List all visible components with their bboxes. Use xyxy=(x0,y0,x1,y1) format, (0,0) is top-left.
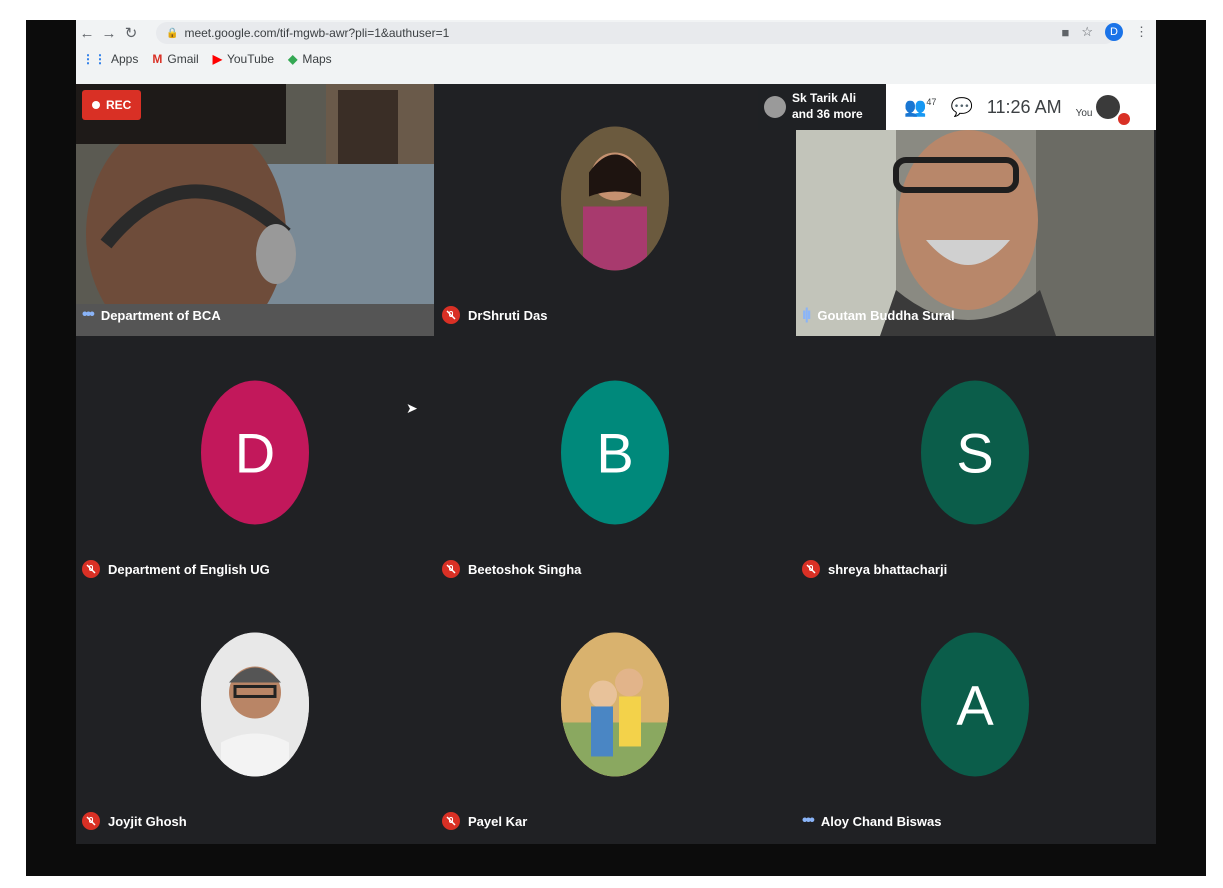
presenter-avatar xyxy=(764,96,786,118)
participant-photo xyxy=(561,126,669,271)
audio-activity-icon: ••• xyxy=(82,306,95,323)
meet-grid: REC ••• Department of BCA DrShruti Das ı… xyxy=(76,84,1156,844)
mic-off-icon xyxy=(442,812,460,830)
forward-icon[interactable]: → xyxy=(98,25,120,42)
maps-icon: ◆ xyxy=(288,52,298,66)
menu-icon[interactable]: ⋮ xyxy=(1135,24,1148,40)
star-icon[interactable]: ☆ xyxy=(1081,24,1093,40)
browser-chrome: ← → ↻ 🔒 meet.google.com/tif-mgwb-awr?pli… xyxy=(76,20,1156,84)
participant-name-tag: Payel Kar xyxy=(442,812,527,830)
participant-initial-avatar: A xyxy=(921,632,1029,777)
participant-tile[interactable]: REC ••• Department of BCA xyxy=(76,84,434,336)
audio-activity-icon: ••• xyxy=(802,812,815,829)
participant-tile[interactable]: B Beetoshok Singha xyxy=(436,338,794,590)
participant-initial-avatar: S xyxy=(921,380,1029,525)
video-feed xyxy=(76,84,434,336)
participant-tile[interactable]: DrShruti Das xyxy=(436,84,794,336)
profile-avatar[interactable]: D xyxy=(1105,23,1123,41)
back-icon[interactable]: ← xyxy=(76,25,98,42)
gmail-icon: M xyxy=(152,52,163,66)
meet-top-bar: 👥 47 💬 11:26 AM You xyxy=(886,84,1156,130)
address-bar[interactable]: 🔒 meet.google.com/tif-mgwb-awr?pli=1&aut… xyxy=(156,22,1116,44)
bookmark-maps[interactable]: ◆ Maps xyxy=(288,52,332,66)
youtube-icon: ▶ xyxy=(212,52,222,66)
self-mic-off-icon xyxy=(1118,113,1131,125)
participant-initial-avatar: B xyxy=(561,380,669,525)
participant-name-tag: DrShruti Das xyxy=(442,306,547,324)
presenter-info[interactable]: Sk Tarik Ali and 36 more xyxy=(758,84,884,130)
mic-off-icon xyxy=(442,306,460,324)
audio-activity-icon: ı|ı xyxy=(802,306,811,323)
people-button[interactable]: 👥 47 xyxy=(904,97,936,118)
browser-actions: ■ ☆ D ⋮ xyxy=(1061,23,1148,41)
mic-off-icon xyxy=(82,560,100,578)
participant-name-tag: shreya bhattacharji xyxy=(802,560,947,578)
participant-name-tag: ••• Aloy Chand Biswas xyxy=(802,812,942,829)
url-text: meet.google.com/tif-mgwb-awr?pli=1&authu… xyxy=(184,26,450,40)
bookmarks-bar: ⋮⋮ Apps M Gmail ▶ YouTube ◆ Maps xyxy=(82,52,332,66)
bookmark-youtube[interactable]: ▶ YouTube xyxy=(213,52,274,66)
recording-badge: REC xyxy=(82,90,142,120)
meeting-clock: 11:26 AM xyxy=(986,96,1062,117)
participant-name-tag: ı|ı Goutam Buddha Sural xyxy=(802,306,955,323)
apps-grid-icon: ⋮⋮ xyxy=(82,52,106,66)
record-dot-icon xyxy=(92,101,100,109)
mic-off-icon xyxy=(802,560,820,578)
bookmark-apps[interactable]: ⋮⋮ Apps xyxy=(82,52,138,66)
mic-off-icon xyxy=(82,812,100,830)
participant-photo xyxy=(201,632,309,777)
people-icon: 👥 xyxy=(904,96,927,117)
lock-icon: 🔒 xyxy=(166,27,179,39)
participant-photo xyxy=(561,632,669,777)
chat-icon[interactable]: 💬 xyxy=(950,97,972,118)
camera-icon[interactable]: ■ xyxy=(1061,25,1069,40)
participant-name-tag: Joyjit Ghosh xyxy=(82,812,187,830)
participant-tile[interactable]: A ••• Aloy Chand Biswas xyxy=(796,590,1154,842)
self-view[interactable]: You xyxy=(1076,95,1131,125)
participant-name-tag: ••• Department of BCA xyxy=(82,306,221,323)
mouse-cursor-icon: ➤ xyxy=(406,400,418,416)
participant-tile[interactable]: D Department of English UG xyxy=(76,338,434,590)
participant-tile[interactable]: Joyjit Ghosh xyxy=(76,590,434,842)
address-row: ← → ↻ 🔒 meet.google.com/tif-mgwb-awr?pli… xyxy=(76,20,1156,46)
reload-icon[interactable]: ↻ xyxy=(120,24,142,42)
participant-name-tag: Department of English UG xyxy=(82,560,270,578)
self-avatar xyxy=(1096,95,1131,125)
bookmark-gmail[interactable]: M Gmail xyxy=(152,52,198,66)
mic-off-icon xyxy=(442,560,460,578)
participant-tile[interactable]: ı|ı Goutam Buddha Sural xyxy=(796,130,1154,336)
participant-tile[interactable]: S shreya bhattacharji xyxy=(796,338,1154,590)
participant-initial-avatar: D xyxy=(201,380,309,525)
participant-tile[interactable]: Payel Kar xyxy=(436,590,794,842)
participant-name-tag: Beetoshok Singha xyxy=(442,560,581,578)
